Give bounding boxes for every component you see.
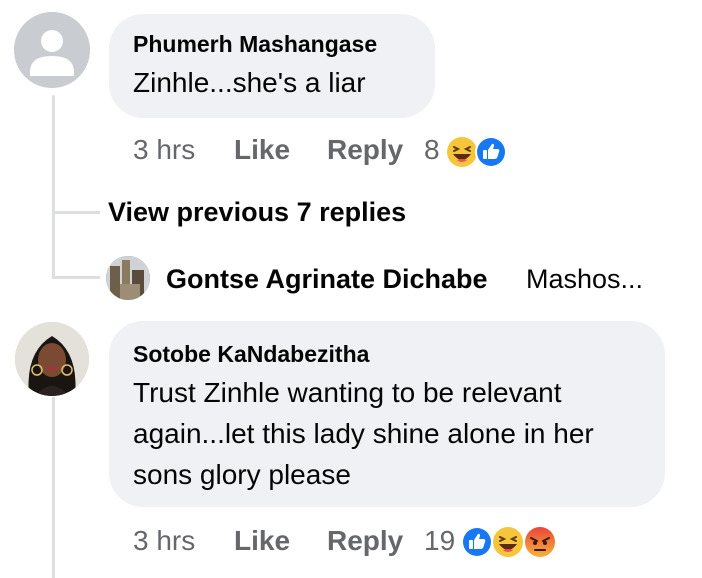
comment-text-line: Trust Zinhle wanting to be relevant bbox=[133, 377, 562, 408]
angry-icon bbox=[523, 525, 557, 559]
like-icon bbox=[461, 526, 493, 558]
comment-timestamp[interactable]: 3 hrs bbox=[133, 525, 195, 557]
comment-text: Zinhle...she's a liar bbox=[133, 67, 366, 98]
reaction-count[interactable]: 8 bbox=[424, 134, 440, 166]
user-avatar[interactable] bbox=[106, 256, 150, 300]
like-button[interactable]: Like bbox=[234, 134, 290, 166]
reaction-summary[interactable] bbox=[444, 134, 514, 170]
comment-author[interactable]: Sotobe KaNdabezitha bbox=[133, 341, 369, 368]
reply-snippet[interactable]: Mashos... bbox=[526, 264, 643, 295]
comment-text-line: again...let this lady shine alone in her bbox=[133, 418, 594, 449]
reaction-count[interactable]: 19 bbox=[424, 525, 455, 557]
like-button[interactable]: Like bbox=[234, 525, 290, 557]
like-icon bbox=[475, 136, 507, 168]
default-avatar-icon[interactable] bbox=[14, 12, 90, 88]
comment-timestamp[interactable]: 3 hrs bbox=[133, 134, 195, 166]
reaction-summary[interactable] bbox=[460, 524, 560, 560]
comment-text-line: sons glory please bbox=[133, 459, 351, 490]
reply-button[interactable]: Reply bbox=[327, 134, 403, 166]
view-previous-replies-link[interactable]: View previous 7 replies bbox=[108, 197, 406, 228]
reply-button[interactable]: Reply bbox=[327, 525, 403, 557]
user-avatar[interactable] bbox=[15, 322, 89, 396]
thread-line bbox=[52, 397, 55, 578]
thread-line bbox=[52, 95, 55, 278]
comment-author[interactable]: Phumerh Mashangase bbox=[133, 31, 377, 58]
reply-author[interactable]: Gontse Agrinate Dichabe bbox=[166, 264, 488, 295]
thread-branch bbox=[52, 211, 100, 214]
haha-icon bbox=[491, 525, 525, 559]
thread-branch bbox=[52, 276, 100, 279]
